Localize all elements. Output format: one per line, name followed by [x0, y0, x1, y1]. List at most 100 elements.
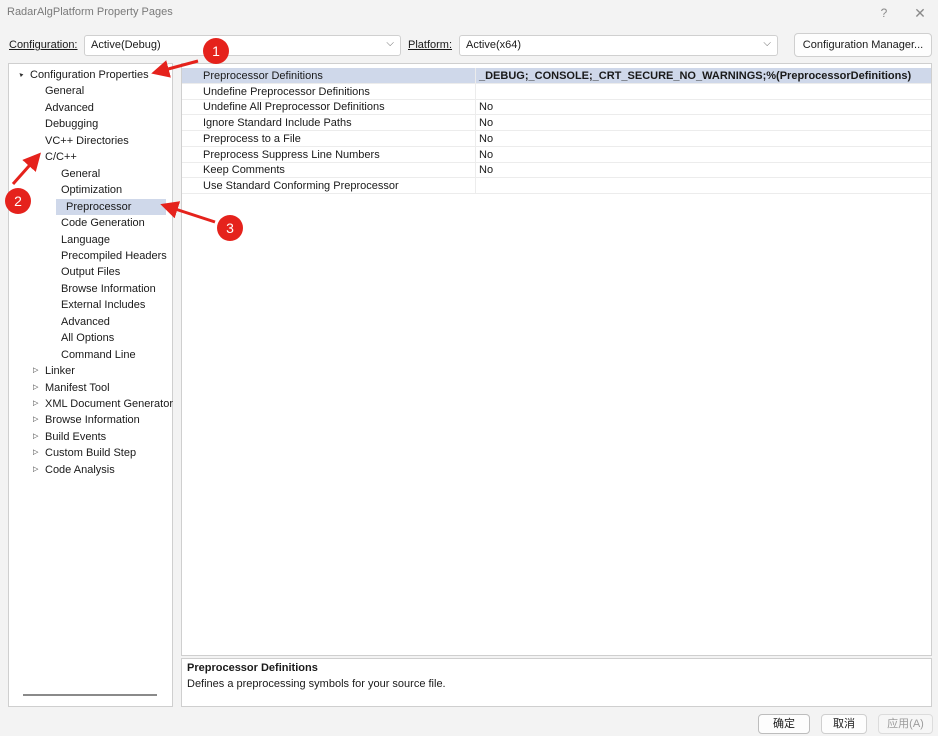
property-value[interactable]: No: [479, 149, 493, 161]
property-name: Undefine All Preprocessor Definitions: [203, 101, 385, 114]
collapsed-triangle-icon[interactable]: ▷: [33, 462, 38, 478]
tree-item[interactable]: General: [9, 83, 169, 99]
close-button[interactable]: ✕: [906, 3, 934, 23]
tree-item-label: XML Document Generator: [45, 398, 173, 410]
collapsed-triangle-icon[interactable]: ▷: [33, 363, 38, 379]
column-divider: [475, 146, 476, 163]
property-name: Ignore Standard Include Paths: [203, 117, 352, 130]
tree-item[interactable]: ▷ Browse Information: [9, 412, 169, 428]
tree-item-label: Precompiled Headers: [61, 249, 167, 262]
collapsed-triangle-icon[interactable]: ▷: [33, 380, 38, 396]
cancel-button[interactable]: 取消: [821, 714, 867, 734]
tree-item[interactable]: Precompiled Headers: [9, 248, 169, 264]
property-name: Use Standard Conforming Preprocessor: [203, 179, 399, 192]
property-row[interactable]: Ignore Standard Include Paths No: [182, 115, 931, 132]
tree-item-label: Build Events: [45, 430, 107, 443]
property-tree[interactable]: ▲ Configuration Properties General Advanced…: [8, 63, 173, 707]
expanded-triangle-icon[interactable]: ▲: [14, 68, 29, 83]
tree-item[interactable]: Code Generation: [9, 215, 169, 231]
tree-item[interactable]: Debugging: [9, 116, 169, 132]
column-divider: [475, 83, 476, 100]
property-value[interactable]: _DEBUG;_CONSOLE;_CRT_SECURE_NO_WARNINGS;…: [479, 70, 911, 82]
tree-item[interactable]: VC++ Directories: [9, 133, 169, 149]
help-button[interactable]: ?: [870, 3, 898, 23]
property-name: Preprocess Suppress Line Numbers: [203, 148, 380, 161]
chevron-down-icon: ⌵: [763, 38, 771, 49]
tree-item[interactable]: Optimization: [9, 182, 169, 198]
property-value[interactable]: No: [479, 101, 493, 113]
tree-item-label: All Options: [61, 332, 115, 345]
tree-item[interactable]: Output Files: [9, 264, 169, 280]
expanded-triangle-icon[interactable]: ▲: [29, 150, 44, 165]
property-name: Preprocessor Definitions: [203, 70, 323, 82]
collapsed-triangle-icon[interactable]: ▷: [33, 445, 38, 461]
tree-item-label: Output Files: [61, 266, 121, 279]
tree-item[interactable]: Language: [9, 232, 169, 248]
property-row[interactable]: Undefine All Preprocessor Definitions No: [182, 99, 931, 116]
description-pane: Preprocessor Definitions Defines a prepr…: [181, 658, 932, 707]
platform-dropdown[interactable]: Active(x64) ⌵: [459, 35, 778, 56]
tree-item[interactable]: ▷ Manifest Tool: [9, 380, 169, 396]
configuration-label-text: Configuration:: [9, 39, 78, 51]
tree-item-label: Preprocessor: [66, 200, 132, 213]
column-divider: [475, 115, 476, 132]
collapsed-triangle-icon[interactable]: ▷: [33, 412, 38, 428]
tree-item[interactable]: Advanced: [9, 100, 169, 116]
property-row[interactable]: Use Standard Conforming Preprocessor: [182, 177, 931, 194]
tree-item[interactable]: ▷ XML Document Generator: [9, 396, 173, 412]
column-divider: [475, 68, 476, 84]
property-row[interactable]: Preprocess to a File No: [182, 130, 931, 147]
property-row[interactable]: Undefine Preprocessor Definitions: [182, 83, 931, 100]
tree-item-label: Custom Build Step: [45, 447, 137, 460]
tree-item-label: Linker: [45, 365, 75, 378]
property-name: Keep Comments: [203, 164, 285, 177]
tree-horizontal-scrollbar[interactable]: [23, 694, 157, 696]
tree-item[interactable]: ▲ Configuration Properties: [9, 67, 169, 83]
property-row[interactable]: Keep Comments No: [182, 162, 931, 179]
annotation-badge-2: 2: [5, 188, 31, 214]
column-divider: [475, 130, 476, 147]
tree-item-label: Language: [61, 233, 110, 246]
tree-item-label: Manifest Tool: [45, 381, 110, 394]
chevron-down-icon: ⌵: [386, 38, 394, 49]
property-name: Preprocess to a File: [203, 132, 301, 145]
ok-button[interactable]: 确定: [758, 714, 810, 734]
tree-item[interactable]: All Options: [9, 330, 169, 346]
tree-item[interactable]: External Includes: [9, 297, 169, 313]
description-title: Preprocessor Definitions: [187, 662, 318, 674]
description-text: Defines a preprocessing symbols for your…: [187, 678, 446, 690]
property-name: Undefine Preprocessor Definitions: [203, 85, 370, 98]
tree-item[interactable]: General: [9, 166, 169, 182]
configuration-dropdown[interactable]: Active(Debug) ⌵: [84, 35, 401, 56]
tree-item[interactable]: ▷ Linker: [9, 363, 169, 379]
column-divider: [475, 99, 476, 116]
collapsed-triangle-icon[interactable]: ▷: [33, 429, 38, 445]
tree-item[interactable]: ▷ Code Analysis: [9, 462, 169, 478]
tree-item-label: Advanced: [45, 101, 94, 114]
collapsed-triangle-icon[interactable]: ▷: [33, 396, 38, 412]
tree-item[interactable]: Advanced: [9, 314, 169, 330]
configuration-value: Active(Debug): [91, 39, 161, 51]
property-value[interactable]: No: [479, 164, 493, 176]
tree-item[interactable]: Preprocessor: [56, 198, 166, 215]
annotation-badge-1: 1: [203, 38, 229, 64]
property-value[interactable]: No: [479, 133, 493, 145]
configuration-manager-button[interactable]: Configuration Manager...: [794, 33, 932, 57]
tree-item[interactable]: Command Line: [9, 347, 169, 363]
tree-item[interactable]: ▷ Custom Build Step: [9, 445, 169, 461]
property-grid[interactable]: Preprocessor Definitions _DEBUG;_CONSOLE;…: [181, 63, 932, 656]
tree-item-label: Code Analysis: [45, 463, 115, 476]
tree-item[interactable]: Browse Information: [9, 281, 169, 297]
column-divider: [475, 162, 476, 179]
property-value[interactable]: No: [479, 117, 493, 129]
tree-item-label: C/C++: [45, 151, 77, 164]
property-row[interactable]: Preprocessor Definitions _DEBUG;_CONSOLE;…: [182, 68, 931, 84]
annotation-badge-3: 3: [217, 215, 243, 241]
tree-item-label: General: [61, 167, 101, 180]
platform-value: Active(x64): [466, 39, 522, 51]
tree-item[interactable]: ▲ C/C++: [9, 149, 169, 165]
property-row[interactable]: Preprocess Suppress Line Numbers No: [182, 146, 931, 163]
tree-item[interactable]: ▷ Build Events: [9, 429, 169, 445]
window-title: RadarAlgPlatform Property Pages: [7, 6, 173, 18]
apply-button[interactable]: 应用(A): [878, 714, 933, 734]
